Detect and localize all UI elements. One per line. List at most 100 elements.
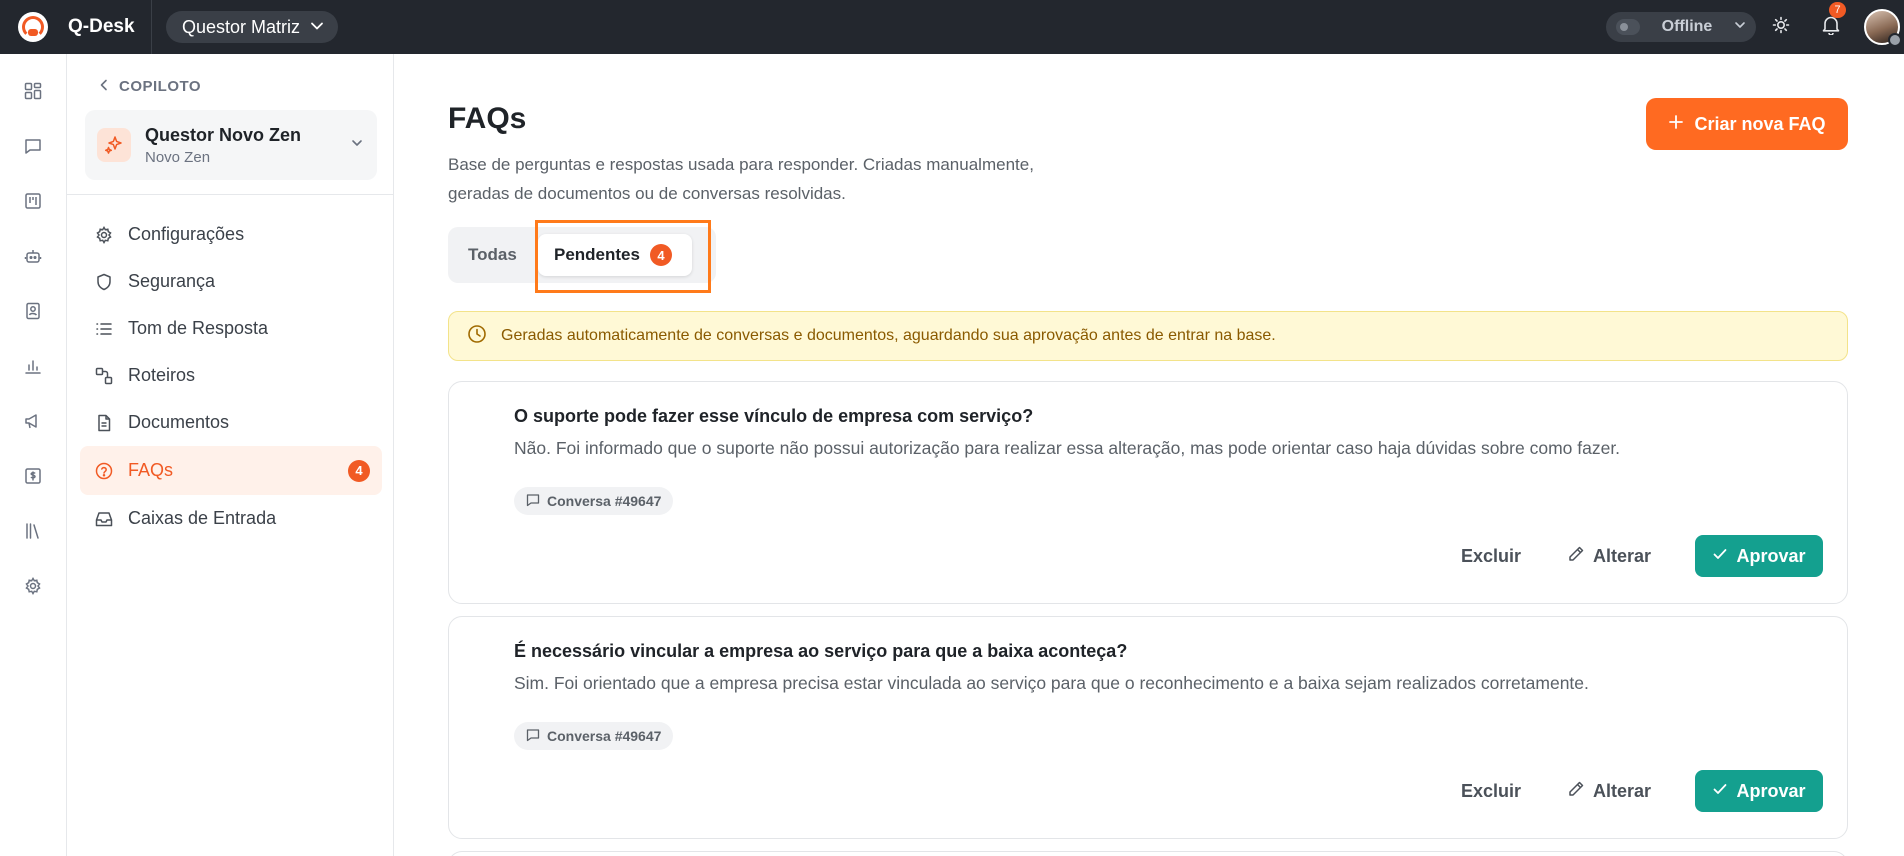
menu-item-label: Segurança (128, 271, 216, 291)
document-icon (94, 413, 114, 433)
chevron-down-icon (310, 17, 324, 38)
chevron-down-icon (1734, 18, 1746, 36)
menu-item-tom-de-resposta[interactable]: Tom de Resposta (80, 305, 382, 352)
bot-icon[interactable] (22, 245, 44, 267)
approve-label: Aprovar (1736, 780, 1806, 801)
app-name: Q-Desk (68, 16, 135, 37)
chevron-down-icon (351, 136, 363, 154)
faq-actions: Excluir Alterar Aprovar (1445, 770, 1823, 812)
agent-selector[interactable]: Questor Novo Zen Novo Zen (85, 110, 377, 180)
notifications-button[interactable]: 7 (1806, 0, 1856, 54)
create-faq-button[interactable]: Criar nova FAQ (1646, 98, 1848, 150)
check-icon (1712, 546, 1728, 567)
tab-highlight-outline (535, 220, 711, 293)
help-circle-icon (94, 461, 114, 481)
edit-button[interactable]: Alterar (1551, 535, 1667, 577)
tab-todas[interactable]: Todas (468, 227, 517, 283)
approve-button[interactable]: Aprovar (1695, 535, 1823, 577)
faq-answer: Não. Foi informado que o suporte não pos… (514, 438, 1621, 458)
menu-item-label: Documentos (128, 412, 230, 432)
pencil-icon (1567, 545, 1585, 568)
notice-text: Geradas automaticamente de conversas e d… (501, 327, 1276, 344)
menu-item-label: Tom de Resposta (128, 318, 269, 338)
check-icon (1712, 781, 1728, 802)
faq-card: É necessário vincular a empresa ao servi… (448, 616, 1848, 839)
plus-icon (1668, 114, 1684, 135)
brand: Q-Desk (0, 0, 152, 54)
edit-label: Alterar (1592, 545, 1651, 566)
menu-item-label: Configurações (128, 224, 245, 244)
divider (67, 194, 394, 195)
workspace-selector[interactable]: Questor Matriz (166, 11, 339, 43)
faq-actions: Excluir Alterar Aprovar (1445, 535, 1823, 577)
faqs-count-badge: 4 (348, 459, 370, 482)
menu-item-seguranca[interactable]: Segurança (80, 258, 382, 305)
chat-bubble-icon (526, 728, 540, 745)
menu-item-caixas-de-entrada[interactable]: Caixas de Entrada (80, 495, 382, 542)
delete-label: Excluir (1460, 780, 1521, 801)
q-desk-logo (18, 12, 48, 42)
list-icon (94, 319, 114, 339)
menu-item-documentos[interactable]: Documentos (80, 399, 382, 446)
campaign-icon[interactable] (22, 410, 44, 432)
approve-button[interactable]: Aprovar (1695, 770, 1823, 812)
status-toggle[interactable] (1616, 19, 1640, 35)
sparkles-icon (97, 128, 131, 162)
menu-item-roteiros[interactable]: Roteiros (80, 352, 382, 399)
delete-label: Excluir (1460, 545, 1521, 566)
availability-selector[interactable]: Offline (1606, 12, 1756, 42)
pending-notice: Geradas automaticamente de conversas e d… (448, 311, 1848, 361)
delete-button[interactable]: Excluir (1445, 535, 1537, 577)
contacts-icon[interactable] (22, 300, 44, 322)
delete-button[interactable]: Excluir (1445, 770, 1537, 812)
dashboard-icon[interactable] (22, 80, 44, 102)
settings-icon[interactable] (22, 575, 44, 597)
menu-item-faqs[interactable]: FAQs 4 (80, 446, 382, 495)
agent-title: Questor Novo Zen (145, 124, 302, 145)
edit-button[interactable]: Alterar (1551, 770, 1667, 812)
tab-label: Todas (468, 245, 517, 264)
reports-icon[interactable] (22, 355, 44, 377)
pencil-icon (1567, 780, 1585, 803)
main-content: FAQs Base de perguntas e respostas usada… (395, 54, 1904, 856)
chat-icon[interactable] (22, 135, 44, 157)
gear-icon (94, 225, 114, 245)
faq-source-label: Conversa #49647 (547, 728, 662, 744)
inbox-icon (94, 509, 114, 529)
menu-item-label: FAQs (128, 460, 174, 480)
notification-count-badge: 7 (1829, 2, 1846, 18)
back-to-copilot-link[interactable]: COPILOTO (99, 78, 201, 95)
user-status-indicator (1888, 33, 1902, 47)
page-description: Base de perguntas e respostas usada para… (448, 155, 1034, 203)
menu-item-configuracoes[interactable]: Configurações (80, 211, 382, 258)
user-avatar[interactable] (1864, 9, 1902, 47)
workspace-name: Questor Matriz (182, 16, 301, 37)
top-bar: Q-Desk Questor Matriz Offline 7 (0, 0, 1904, 54)
icon-rail (0, 54, 67, 856)
chevron-left-icon (99, 78, 109, 95)
faq-source-chip[interactable]: Conversa #49647 (514, 722, 674, 750)
menu-item-label: Roteiros (128, 365, 196, 385)
menu-item-label: Caixas de Entrada (128, 508, 277, 528)
approve-label: Aprovar (1736, 545, 1806, 566)
agent-subtitle: Novo Zen (145, 148, 211, 166)
copilot-menu: Configurações Segurança Tom de Resposta … (80, 211, 382, 542)
clock-icon (467, 324, 487, 349)
billing-icon[interactable] (22, 465, 44, 487)
shield-icon (94, 272, 114, 292)
faq-source-chip[interactable]: Conversa #49647 (514, 487, 674, 515)
faq-question: É necessário vincular a empresa ao servi… (514, 641, 1128, 661)
faq-card (448, 851, 1848, 856)
library-icon[interactable] (22, 520, 44, 542)
chat-bubble-icon (526, 493, 540, 510)
faq-question: O suporte pode fazer esse vínculo de emp… (514, 406, 1034, 426)
kanban-icon[interactable] (22, 190, 44, 212)
status-label: Offline (1661, 18, 1713, 35)
bell-icon (1822, 15, 1840, 40)
page-title: FAQs (448, 102, 527, 135)
theme-toggle-button[interactable] (1756, 0, 1806, 54)
faq-card: O suporte pode fazer esse vínculo de emp… (448, 381, 1848, 604)
edit-label: Alterar (1592, 780, 1651, 801)
faq-answer: Sim. Foi orientado que a empresa precisa… (514, 673, 1589, 693)
create-faq-label: Criar nova FAQ (1694, 113, 1826, 134)
